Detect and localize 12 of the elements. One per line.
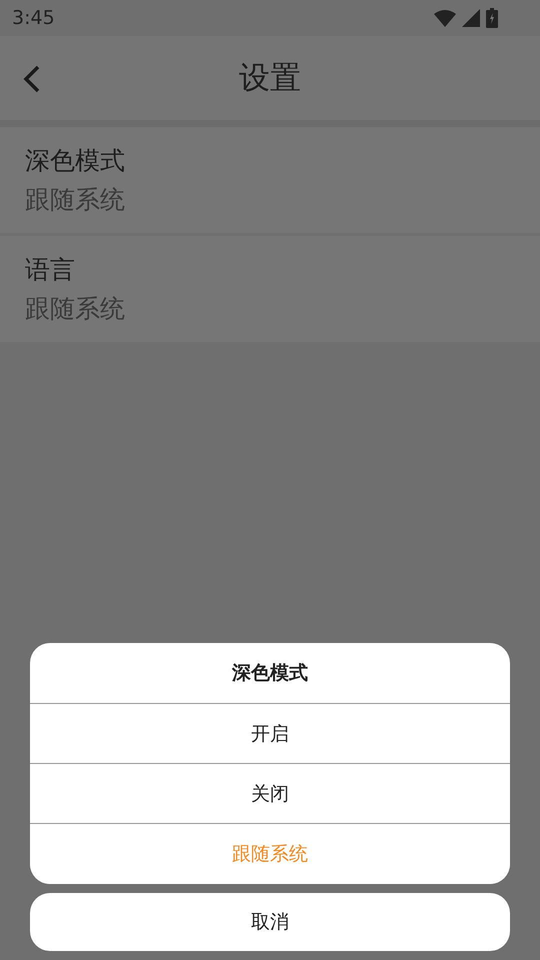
- setting-label: 深色模式: [25, 145, 126, 177]
- settings-item[interactable]: 深色模式 跟随系统: [0, 127, 540, 233]
- cancel-button[interactable]: 取消: [30, 893, 510, 951]
- page-title: 设置: [239, 59, 301, 98]
- signal-icon: [462, 9, 480, 27]
- status-time: 3:45: [12, 7, 55, 29]
- wifi-icon: [434, 10, 456, 26]
- settings-item[interactable]: 语言 跟随系统: [0, 236, 540, 342]
- battery-icon: [486, 8, 498, 28]
- setting-value: 跟随系统: [25, 293, 126, 325]
- setting-value: 跟随系统: [25, 184, 126, 216]
- setting-label: 语言: [25, 254, 76, 286]
